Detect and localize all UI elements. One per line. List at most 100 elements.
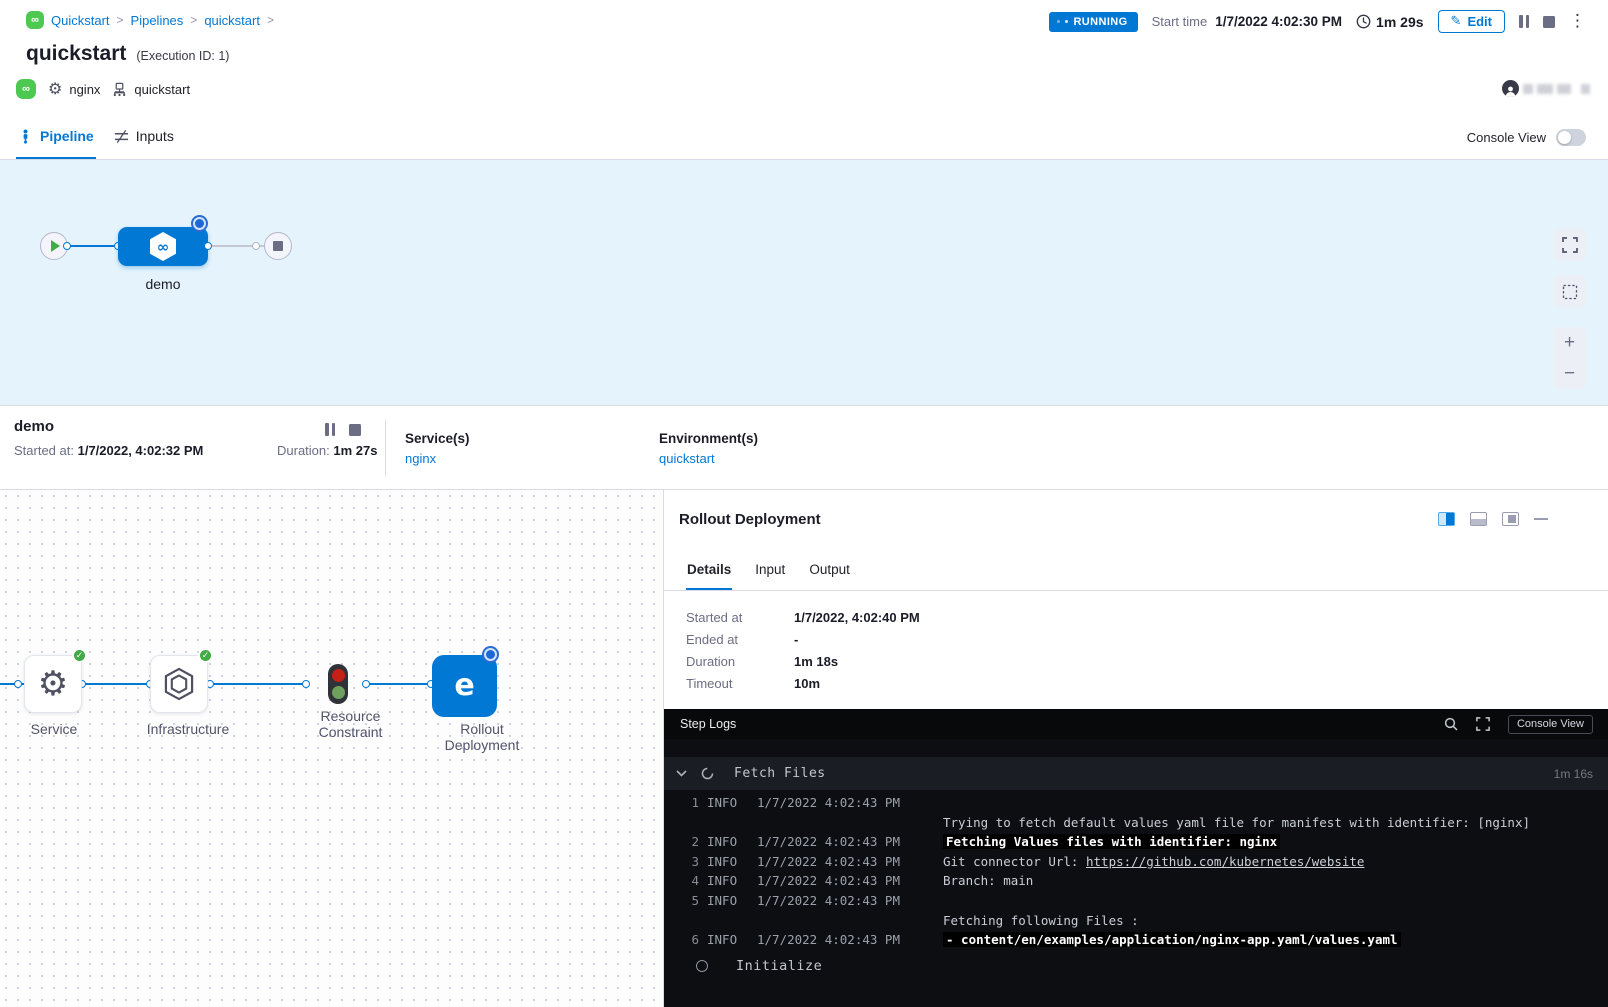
- service-chip-label: nginx: [69, 82, 100, 97]
- avatar-icon[interactable]: [1502, 80, 1519, 97]
- pause-stage-button[interactable]: [325, 423, 335, 436]
- services-label: Service(s): [405, 431, 470, 446]
- environment-chip-label: quickstart: [134, 82, 190, 97]
- log-link[interactable]: https://github.com/kubernetes/website: [1086, 854, 1364, 869]
- detail-row: Timeout 10m: [686, 676, 920, 691]
- log-section-fetch-files[interactable]: Fetch Files 1m 16s: [664, 757, 1608, 790]
- service-link[interactable]: nginx: [405, 451, 470, 466]
- step-panel-tabs: Details Input Output: [664, 550, 1608, 591]
- pipeline-end-node[interactable]: [264, 232, 292, 260]
- environment-link[interactable]: quickstart: [659, 451, 758, 466]
- log-line: 4INFO1/7/2022 4:02:43 PM Branch: main: [664, 871, 1608, 891]
- detail-row: Duration 1m 18s: [686, 654, 920, 669]
- running-spinner-badge: [193, 217, 206, 230]
- expand-icon[interactable]: [1476, 717, 1490, 731]
- step-label-service: Service: [12, 721, 96, 737]
- layout-split-right-icon[interactable]: [1438, 512, 1455, 526]
- execution-id: (Execution ID: 1): [136, 49, 229, 63]
- step-node-service[interactable]: ⚙: [24, 655, 82, 713]
- marquee-select-button[interactable]: [1553, 275, 1586, 308]
- service-chip[interactable]: ⚙ nginx: [48, 81, 100, 97]
- pause-pipeline-button[interactable]: [1519, 15, 1529, 28]
- stage-duration: Duration: 1m 27s: [277, 443, 377, 458]
- edit-label: Edit: [1467, 14, 1492, 29]
- environment-icon: [112, 82, 127, 97]
- loading-dot-icon: [1065, 20, 1068, 23]
- stage-node-demo[interactable]: ∞: [118, 227, 208, 266]
- stage-hexagon-icon: ∞: [150, 232, 176, 261]
- console-view-label: Console View: [1467, 130, 1546, 145]
- play-icon: [51, 240, 60, 252]
- pipeline-graph-canvas[interactable]: ∞ demo + −: [0, 160, 1608, 405]
- breadcrumb-pipelines[interactable]: Pipelines: [131, 13, 184, 28]
- log-line: 3INFO1/7/2022 4:02:43 PM Git connector U…: [664, 852, 1608, 872]
- step-panel-title: Rollout Deployment: [679, 511, 821, 528]
- console-view-button[interactable]: Console View: [1508, 715, 1593, 734]
- log-line: 5INFO1/7/2022 4:02:43 PM Fetching follow…: [664, 891, 1608, 930]
- chevron-down-icon: [676, 770, 687, 777]
- abort-pipeline-button[interactable]: [1543, 16, 1555, 28]
- tab-pipeline-label: Pipeline: [40, 128, 94, 144]
- traffic-light-green-icon: [332, 686, 345, 699]
- step-label-infrastructure: Infrastructure: [128, 721, 248, 737]
- search-icon[interactable]: [1444, 717, 1458, 731]
- layout-split-bottom-icon[interactable]: [1470, 512, 1487, 526]
- stop-stage-button[interactable]: [349, 423, 361, 436]
- environment-chip[interactable]: quickstart: [112, 82, 190, 97]
- stage-started-at: Started at: 1/7/2022, 4:02:32 PM: [14, 443, 203, 458]
- step-node-resource-constraint[interactable]: [328, 664, 348, 704]
- step-label-resource-constraint: Resource Constraint: [288, 708, 413, 740]
- log-section-duration: 1m 16s: [1554, 767, 1593, 781]
- zoom-out-button[interactable]: −: [1553, 364, 1586, 383]
- console-view-toggle[interactable]: [1556, 129, 1586, 146]
- start-time-label: Start time: [1152, 14, 1208, 29]
- running-spinner-badge: [484, 648, 497, 661]
- inputs-icon: [114, 129, 129, 144]
- connector-dot: [362, 680, 370, 688]
- clock-icon: [1356, 14, 1371, 29]
- tab-pipeline[interactable]: Pipeline: [16, 115, 96, 159]
- log-section-name: Fetch Files: [734, 766, 826, 781]
- step-logs-header: Step Logs Console View: [664, 709, 1608, 739]
- tab-input[interactable]: Input: [754, 550, 786, 590]
- connector-dot: [252, 242, 260, 250]
- spinner-icon: [701, 767, 714, 780]
- elapsed-time: 1m 29s: [1356, 14, 1423, 30]
- pipeline-icon: [18, 129, 33, 144]
- layout-floating-icon[interactable]: [1502, 512, 1519, 526]
- account-info: [1502, 80, 1590, 97]
- step-node-infrastructure[interactable]: [150, 655, 208, 713]
- step-logs-title: Step Logs: [680, 717, 736, 731]
- pencil-icon: ✎: [1451, 14, 1462, 29]
- redacted-text: [1537, 84, 1553, 94]
- step-details-panel: Rollout Deployment Details Input Output …: [663, 490, 1608, 1007]
- gear-icon: ⚙: [38, 667, 68, 701]
- execution-graph-canvas[interactable]: ⚙ ✓ ✓ e Service Infrastructure Resource …: [0, 490, 663, 1007]
- kebab-menu-icon[interactable]: ⋮: [1569, 13, 1586, 30]
- redacted-text: [1523, 84, 1533, 94]
- tab-details[interactable]: Details: [686, 550, 732, 590]
- breadcrumb-project[interactable]: Quickstart: [51, 13, 110, 28]
- step-node-rollout-deployment[interactable]: e: [432, 655, 497, 717]
- tab-output[interactable]: Output: [808, 550, 851, 590]
- zoom-in-button[interactable]: +: [1553, 333, 1586, 352]
- cd-rollout-icon: e: [454, 671, 474, 701]
- marquee-select-icon: [1562, 284, 1578, 300]
- connector-dot: [63, 242, 71, 250]
- divider: [385, 420, 386, 476]
- success-check-icon: ✓: [72, 648, 87, 663]
- step-details-table: Started at 1/7/2022, 4:02:40 PM Ended at…: [686, 610, 920, 698]
- edit-button[interactable]: ✎ Edit: [1438, 10, 1505, 33]
- gear-icon: ⚙: [48, 81, 62, 97]
- view-tab-bar: Pipeline Inputs Console View: [0, 115, 1608, 160]
- tab-inputs-label: Inputs: [136, 128, 174, 144]
- tab-inputs[interactable]: Inputs: [112, 115, 176, 159]
- minimize-panel-icon[interactable]: [1534, 518, 1548, 521]
- pending-circle-icon: [696, 960, 708, 972]
- fullscreen-button[interactable]: [1553, 228, 1586, 261]
- stage-detail-bar: demo Started at: 1/7/2022, 4:02:32 PM Du…: [0, 405, 1608, 490]
- log-section-initialize[interactable]: Initialize: [664, 949, 1608, 983]
- log-line: 2INFO1/7/2022 4:02:43 PM Fetching Values…: [664, 832, 1608, 852]
- breadcrumb-pipeline[interactable]: quickstart: [204, 13, 260, 28]
- infrastructure-hexagon-icon: [163, 667, 195, 701]
